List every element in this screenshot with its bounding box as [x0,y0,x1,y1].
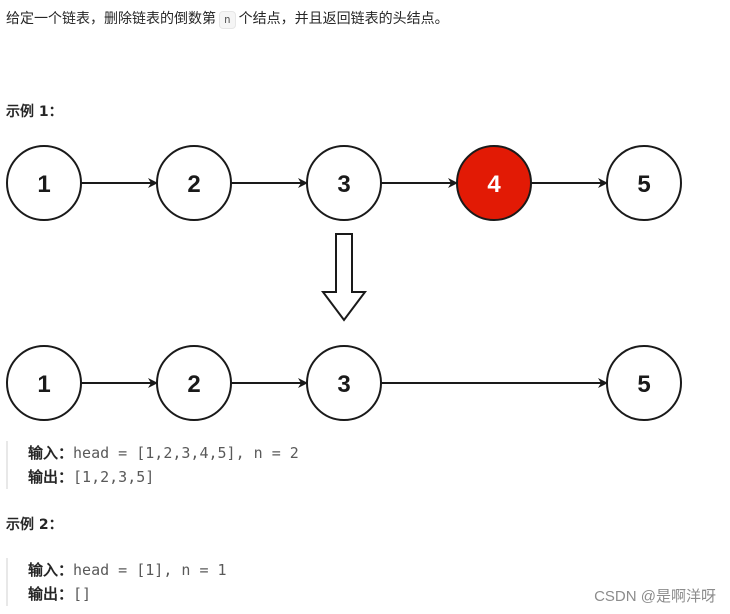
example-2-input-line: 输入：head = [1], n = 1 [28,558,227,582]
node-value: 1 [37,171,50,198]
example-2-io-block: 输入：head = [1], n = 1 输出：[] [6,558,227,606]
output-value: [] [73,585,92,603]
output-label: 输出： [28,585,74,603]
list-after-removal: 1 2 3 5 [6,345,682,421]
linked-list-diagram: 1 2 3 4 5 1 2 3 5 [6,145,682,421]
node-value: 1 [37,371,50,398]
node-value: 5 [637,371,650,398]
output-value: [1,2,3,5] [73,468,155,486]
output-label: 输出： [28,468,74,486]
input-value: head = [1,2,3,4,5], n = 2 [73,444,299,462]
example-1-input-line: 输入：head = [1,2,3,4,5], n = 2 [28,441,299,465]
node-value: 4 [487,171,501,198]
node-value: 2 [187,171,200,198]
input-label: 输入： [28,444,74,462]
example-1-output-line: 输出：[1,2,3,5] [28,465,299,489]
watermark: CSDN @是啊洋呀 [594,588,716,605]
example-2-output-line: 输出：[] [28,582,227,606]
input-label: 输入： [28,561,74,579]
down-arrow-icon [321,233,367,322]
node-value: 2 [187,371,200,398]
example-1-io-block: 输入：head = [1,2,3,4,5], n = 2 输出：[1,2,3,5… [6,441,299,489]
node-value: 5 [637,171,650,198]
node-value: 3 [337,171,350,198]
list-before-removal: 1 2 3 4 5 [6,145,682,221]
node-value: 3 [337,371,350,398]
example-2-title: 示例 2： [6,517,63,533]
input-value: head = [1], n = 1 [73,561,227,579]
